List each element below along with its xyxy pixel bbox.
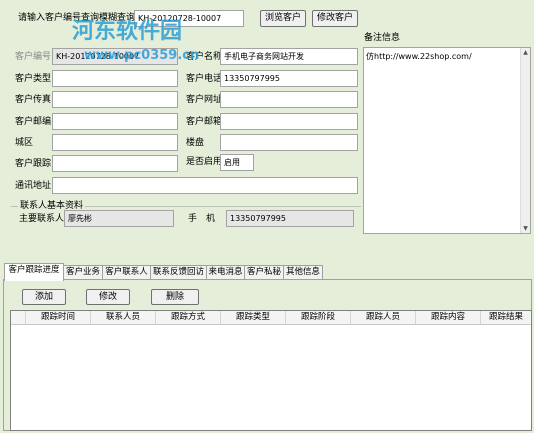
col-followup-time[interactable]: 跟踪时间 [26, 311, 91, 324]
col-followup-type[interactable]: 跟踪类型 [221, 311, 286, 324]
tab-customer-private[interactable]: 客户私秘 [244, 265, 284, 280]
browse-customer-button[interactable]: 浏览客户 [260, 10, 306, 27]
building-label: 楼盘 [186, 138, 205, 148]
col-followup-stage[interactable]: 跟踪阶段 [286, 311, 351, 324]
col-followup-staff[interactable]: 跟踪人员 [351, 311, 416, 324]
district-label: 城区 [15, 138, 34, 148]
address-field[interactable] [52, 177, 358, 194]
customer-website-field[interactable] [220, 91, 358, 108]
notes-scrollbar[interactable]: ▲ ▼ [520, 48, 530, 233]
col-contact-person[interactable]: 联系人员 [91, 311, 156, 324]
customer-fax-label: 客户传真 [15, 95, 52, 105]
followup-grid[interactable]: 跟踪时间 联系人员 跟踪方式 跟踪类型 跟踪阶段 跟踪人员 跟踪内容 跟踪结果 [10, 310, 532, 431]
scroll-down-icon[interactable]: ▼ [521, 224, 530, 233]
grid-header: 跟踪时间 联系人员 跟踪方式 跟踪类型 跟踪阶段 跟踪人员 跟踪内容 跟踪结果 [11, 311, 531, 325]
customer-phone-field[interactable]: 13350797995 [220, 70, 358, 87]
notes-textarea[interactable]: 仿http://www.22shop.com/ ▲ ▼ [363, 47, 531, 234]
grid-row-indicator [11, 311, 26, 324]
tab-customer-contacts[interactable]: 客户联系人 [102, 265, 151, 280]
enabled-label: 是否启用 [186, 157, 223, 167]
customer-website-label: 客户网址 [186, 95, 223, 105]
mobile-field[interactable]: 13350797995 [226, 210, 354, 227]
building-field[interactable] [220, 134, 358, 151]
customer-type-label: 客户类型 [15, 74, 52, 84]
address-label: 通讯地址 [15, 181, 52, 191]
edit-button[interactable]: 修改 [86, 289, 130, 305]
mobile-label: 手 机 [188, 214, 216, 224]
tab-customer-business[interactable]: 客户业务 [63, 265, 103, 280]
enabled-select[interactable]: 启用 [220, 154, 254, 171]
col-followup-result[interactable]: 跟踪结果 [481, 311, 531, 324]
customer-email-label: 客户邮箱 [186, 117, 223, 127]
customer-name-field[interactable]: 手机电子商务网站开发 [220, 48, 358, 65]
notes-text: 仿http://www.22shop.com/ [366, 52, 472, 61]
customer-type-field[interactable] [52, 70, 178, 87]
add-button[interactable]: 添加 [22, 289, 66, 305]
main-contact-field[interactable]: 廖先彬 [64, 210, 174, 227]
delete-button[interactable]: 删除 [151, 289, 199, 305]
watermark-title: 河东软件园 [72, 18, 183, 44]
tab-feedback-visits[interactable]: 联系反馈回访 [150, 265, 207, 280]
followup-label: 客户跟踪 [15, 159, 52, 169]
col-followup-content[interactable]: 跟踪内容 [416, 311, 481, 324]
customer-phone-label: 客户电话 [186, 74, 223, 84]
scroll-up-icon[interactable]: ▲ [521, 48, 530, 57]
main-contact-label: 主要联系人 [19, 214, 65, 224]
notes-label: 备注信息 [364, 33, 401, 43]
customer-id-label: 客户编号 [15, 52, 52, 62]
tab-other-info[interactable]: 其他信息 [283, 265, 323, 280]
watermark-url: www.pc0359.cn [84, 48, 200, 63]
tab-call-messages[interactable]: 来电消息 [206, 265, 245, 280]
col-followup-method[interactable]: 跟踪方式 [156, 311, 221, 324]
customer-fax-field[interactable] [52, 91, 178, 108]
customer-postcode-label: 客户邮编 [15, 117, 52, 127]
customer-email-field[interactable] [220, 113, 358, 130]
tab-followup-progress[interactable]: 客户跟踪进度 [4, 263, 64, 281]
followup-field[interactable] [52, 155, 178, 172]
district-field[interactable] [52, 134, 178, 151]
customer-postcode-field[interactable] [52, 113, 178, 130]
edit-customer-button[interactable]: 修改客户 [312, 10, 358, 27]
